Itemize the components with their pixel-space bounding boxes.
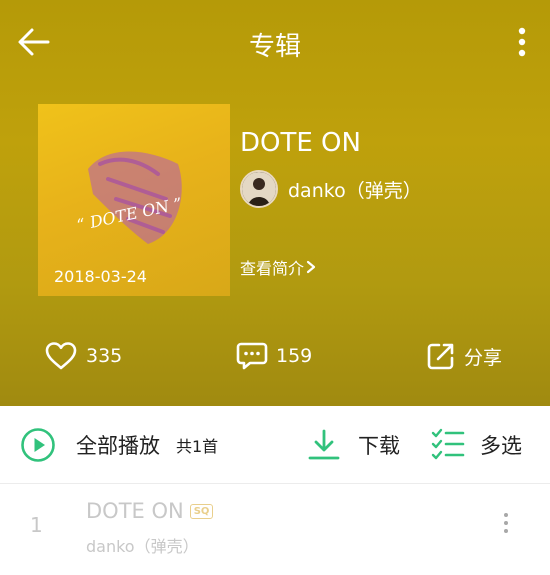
share-icon (427, 343, 454, 370)
comment-count: 159 (276, 345, 313, 367)
top-bar: 专辑 (0, 0, 550, 84)
album-header: 专辑 “ DOTE ON ” 2018-03-24 DOTE ON danko（… (0, 0, 550, 406)
like-count: 335 (86, 345, 123, 367)
share-button[interactable]: 分享 (426, 334, 502, 378)
page-title: 专辑 (248, 32, 301, 62)
song-index: 1 (30, 513, 43, 537)
play-circle-icon (21, 428, 55, 462)
heart-icon (45, 342, 77, 370)
multi-select-label: 多选 (480, 434, 522, 458)
download-icon (308, 429, 340, 460)
intro-label: 查看简介 (240, 259, 305, 278)
album-title: DOTE ON (240, 128, 361, 158)
action-toolbar: 全部播放 共1首 下载 多选 (0, 406, 550, 484)
play-all-label: 全部播放 (76, 434, 160, 458)
artist-photo (242, 172, 276, 206)
more-vertical-icon (518, 27, 526, 57)
artist-link[interactable]: danko（弹壳） (240, 170, 422, 208)
checklist-icon (431, 428, 465, 460)
list-item[interactable]: 1 DOTE ON SQ danko（弹壳） (0, 485, 550, 575)
comment-button[interactable]: 159 (236, 334, 312, 378)
chevron-right-icon (306, 260, 316, 274)
like-button[interactable]: 335 (44, 334, 122, 378)
play-all-button[interactable]: 全部播放 共1首 (20, 426, 218, 464)
artist-name: danko（弹壳） (288, 179, 422, 202)
song-artist: danko（弹壳） (86, 537, 199, 556)
avatar (240, 170, 278, 208)
comment-icon (236, 342, 268, 370)
release-date: 2018-03-24 (54, 267, 147, 286)
multi-select-button[interactable]: 多选 (430, 426, 522, 464)
more-button[interactable] (512, 24, 532, 60)
more-vertical-icon (504, 513, 508, 533)
song-more-button[interactable] (498, 511, 514, 535)
sq-quality-badge: SQ (189, 503, 214, 519)
download-label: 下载 (358, 434, 400, 458)
view-intro-link[interactable]: 查看简介 (240, 255, 316, 279)
album-cover[interactable]: “ DOTE ON ” 2018-03-24 (38, 104, 230, 296)
download-button[interactable]: 下载 (306, 426, 400, 464)
song-title: DOTE ON (86, 499, 184, 523)
song-count: 共1首 (176, 437, 219, 456)
song-title-row: DOTE ON SQ (86, 499, 214, 523)
share-label: 分享 (464, 346, 503, 369)
